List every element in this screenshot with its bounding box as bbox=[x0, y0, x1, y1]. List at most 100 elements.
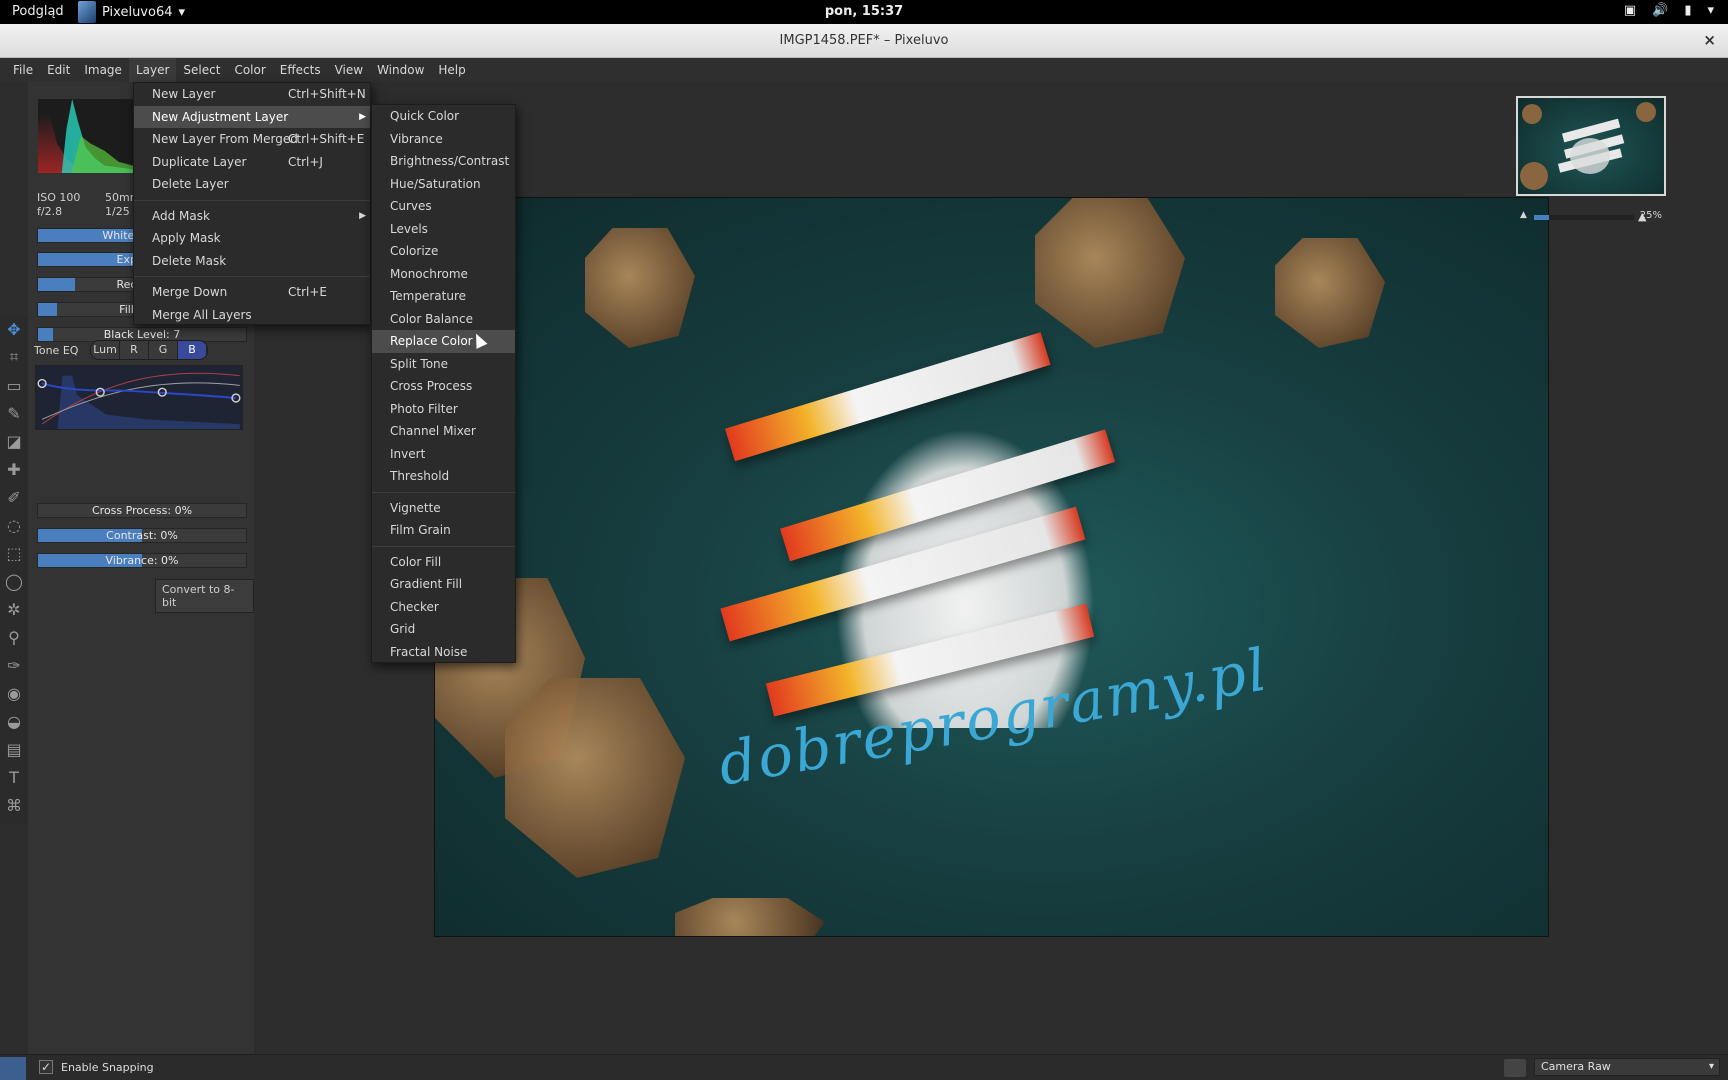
eyedropper-icon[interactable]: ⚲ bbox=[0, 623, 28, 651]
navigator-zoom: ▲ ▲ 25% bbox=[1520, 210, 1666, 224]
zoom-out-icon[interactable]: ▲ bbox=[1520, 210, 1527, 220]
battery-icon[interactable]: ▮ bbox=[1684, 3, 1691, 18]
menu-item-gradient-fill[interactable]: Gradient Fill bbox=[372, 573, 515, 596]
menu-item-cross-process[interactable]: Cross Process bbox=[372, 375, 515, 398]
menu-item-temperature[interactable]: Temperature bbox=[372, 285, 515, 308]
slider-cross-process[interactable]: Cross Process: 0% bbox=[37, 503, 247, 518]
menu-item-merge-all-layers[interactable]: Merge All Layers bbox=[134, 304, 370, 327]
chevron-right-icon: ▶ bbox=[359, 111, 366, 122]
menu-item-vignette[interactable]: Vignette bbox=[372, 497, 515, 520]
lasso-tool-icon[interactable]: ◌ bbox=[0, 511, 28, 539]
text-tool-icon[interactable]: T bbox=[0, 763, 28, 791]
convert-8bit-button[interactable]: Convert to 8-bit bbox=[155, 579, 254, 613]
clone-tool-icon[interactable]: ✚ bbox=[0, 455, 28, 483]
preset-select[interactable]: Camera Raw ▾ bbox=[1534, 1058, 1720, 1076]
menu-item-new-layer[interactable]: New Layer Ctrl+Shift+N bbox=[134, 83, 370, 106]
menu-file[interactable]: File bbox=[6, 58, 40, 82]
ellipse-select-icon[interactable]: ◯ bbox=[0, 567, 28, 595]
menu-image[interactable]: Image bbox=[77, 58, 129, 82]
menu-item-vibrance[interactable]: Vibrance bbox=[372, 128, 515, 151]
brush-tool-icon[interactable]: ✎ bbox=[0, 399, 28, 427]
heal-tool-icon[interactable]: ✑ bbox=[0, 651, 28, 679]
clock[interactable]: pon, 15:37 bbox=[0, 4, 1728, 19]
adjustment-layer-submenu: Quick Color Vibrance Brightness/Contrast… bbox=[371, 104, 516, 663]
menu-item-new-adjustment-layer[interactable]: New Adjustment Layer ▶ bbox=[134, 105, 370, 128]
menu-item-duplicate-layer[interactable]: Duplicate Layer Ctrl+J bbox=[134, 151, 370, 174]
menu-bar: File Edit Image Layer Select Color Effec… bbox=[0, 58, 1728, 82]
slider-vibrance[interactable]: Vibrance: 0% bbox=[37, 553, 247, 568]
menu-view[interactable]: View bbox=[328, 58, 370, 82]
menu-separator bbox=[134, 199, 370, 201]
tone-eq-b-button[interactable]: B bbox=[178, 341, 207, 359]
snapping-label: Enable Snapping bbox=[61, 1061, 154, 1074]
navigator-thumbnail[interactable] bbox=[1516, 96, 1666, 196]
zoom-slider[interactable] bbox=[1534, 215, 1634, 220]
menu-item-channel-mixer[interactable]: Channel Mixer bbox=[372, 420, 515, 443]
panel-toggle-icon[interactable] bbox=[0, 1057, 26, 1080]
magic-wand-icon[interactable]: ✲ bbox=[0, 595, 28, 623]
menu-item-grid[interactable]: Grid bbox=[372, 618, 515, 641]
histogram bbox=[38, 99, 133, 173]
menu-item-delete-layer[interactable]: Delete Layer bbox=[134, 173, 370, 196]
menu-item-photo-filter[interactable]: Photo Filter bbox=[372, 398, 515, 421]
menu-item-levels[interactable]: Levels bbox=[372, 218, 515, 241]
menu-window[interactable]: Window bbox=[370, 58, 431, 82]
tone-eq-channel-buttons: Lum R G B bbox=[90, 340, 208, 360]
straighten-tool-icon[interactable]: ▭ bbox=[0, 371, 28, 399]
menu-item-colorize[interactable]: Colorize bbox=[372, 240, 515, 263]
window-title-bar: IMGP1458.PEF* – Pixeluvo × bbox=[0, 24, 1728, 58]
menu-select[interactable]: Select bbox=[176, 58, 227, 82]
tone-curve-editor[interactable] bbox=[35, 365, 243, 430]
window-title: IMGP1458.PEF* – Pixeluvo bbox=[779, 33, 949, 48]
menu-item-hue-saturation[interactable]: Hue/Saturation bbox=[372, 173, 515, 196]
menu-edit[interactable]: Edit bbox=[40, 58, 77, 82]
menu-help[interactable]: Help bbox=[431, 58, 472, 82]
rect-select-icon[interactable]: ⬚ bbox=[0, 539, 28, 567]
menu-item-fractal-noise[interactable]: Fractal Noise bbox=[372, 641, 515, 664]
menu-item-color-fill[interactable]: Color Fill bbox=[372, 551, 515, 574]
menu-item-new-layer-from-merged[interactable]: New Layer From Merged Ctrl+Shift+E bbox=[134, 128, 370, 151]
eraser-tool-icon[interactable]: ◪ bbox=[0, 427, 28, 455]
red-eye-icon[interactable]: ◉ bbox=[0, 679, 28, 707]
status-bar: ✓ Enable Snapping Camera Raw ▾ bbox=[0, 1054, 1728, 1080]
menu-item-checker[interactable]: Checker bbox=[372, 596, 515, 619]
tone-eq-r-button[interactable]: R bbox=[120, 341, 149, 359]
move-tool-icon[interactable]: ✥ bbox=[0, 315, 28, 343]
menu-color[interactable]: Color bbox=[227, 58, 272, 82]
menu-item-quick-color[interactable]: Quick Color bbox=[372, 105, 515, 128]
slider-contrast[interactable]: Contrast: 0% bbox=[37, 528, 247, 543]
volume-icon[interactable]: 🔊 bbox=[1652, 3, 1668, 18]
system-tray[interactable]: ▣ 🔊 ▮ ▾ bbox=[1624, 3, 1714, 18]
photo-canvas[interactable]: dobreprogramy.pl bbox=[434, 197, 1549, 937]
bucket-tool-icon[interactable]: ◒ bbox=[0, 707, 28, 735]
crop-tool-icon[interactable]: ⌗ bbox=[0, 343, 28, 371]
menu-item-film-grain[interactable]: Film Grain bbox=[372, 519, 515, 542]
menu-item-replace-color[interactable]: Replace Color bbox=[372, 330, 515, 353]
close-icon[interactable]: × bbox=[1703, 31, 1716, 49]
layer-menu: New Layer Ctrl+Shift+N New Adjustment Lay… bbox=[133, 82, 371, 325]
smudge-tool-icon[interactable]: ✐ bbox=[0, 483, 28, 511]
exif-aperture: f/2.8 bbox=[37, 205, 63, 218]
menu-item-curves[interactable]: Curves bbox=[372, 195, 515, 218]
preset-icon[interactable] bbox=[1504, 1059, 1526, 1077]
chevron-down-icon[interactable]: ▾ bbox=[1707, 3, 1714, 18]
menu-item-invert[interactable]: Invert bbox=[372, 443, 515, 466]
perspective-tool-icon[interactable]: ⌘ bbox=[0, 791, 28, 819]
gradient-tool-icon[interactable]: ▤ bbox=[0, 735, 28, 763]
tone-eq-g-button[interactable]: G bbox=[149, 341, 178, 359]
snapping-checkbox[interactable]: ✓ bbox=[39, 1060, 53, 1074]
menu-item-split-tone[interactable]: Split Tone bbox=[372, 353, 515, 376]
menu-item-monochrome[interactable]: Monochrome bbox=[372, 263, 515, 286]
menu-item-merge-down[interactable]: Merge Down Ctrl+E bbox=[134, 281, 370, 304]
menu-item-add-mask[interactable]: Add Mask ▶ bbox=[134, 205, 370, 228]
menu-item-color-balance[interactable]: Color Balance bbox=[372, 308, 515, 331]
menu-item-delete-mask[interactable]: Delete Mask bbox=[134, 250, 370, 273]
menu-item-brightness-contrast[interactable]: Brightness/Contrast bbox=[372, 150, 515, 173]
menu-item-apply-mask[interactable]: Apply Mask bbox=[134, 227, 370, 250]
tone-eq-lum-button[interactable]: Lum bbox=[91, 341, 120, 359]
menu-effects[interactable]: Effects bbox=[273, 58, 328, 82]
menu-layer[interactable]: Layer bbox=[128, 58, 177, 82]
system-top-bar: Podgląd Pixeluvo64 ▾ pon, 15:37 ▣ 🔊 ▮ ▾ bbox=[0, 0, 1728, 24]
menu-item-threshold[interactable]: Threshold bbox=[372, 465, 515, 488]
window-icon[interactable]: ▣ bbox=[1624, 3, 1636, 18]
